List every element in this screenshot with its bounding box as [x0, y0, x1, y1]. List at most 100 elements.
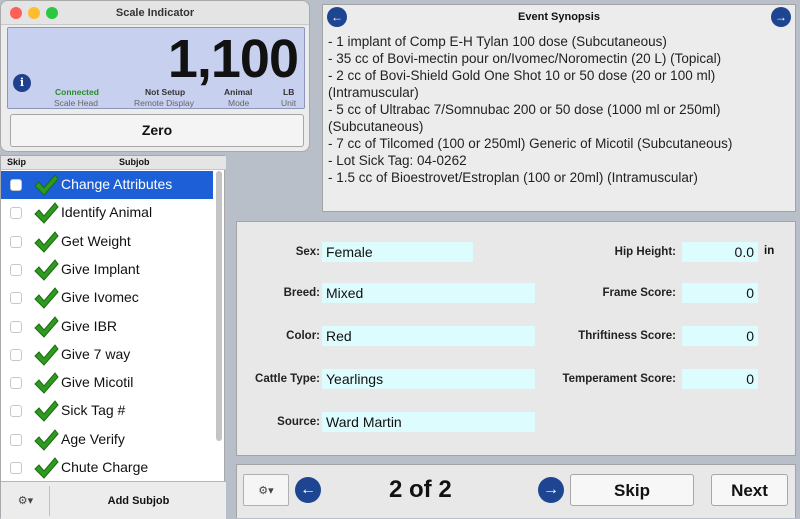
- arrow-right-icon: →: [775, 10, 787, 24]
- subjob-row[interactable]: Age Verify: [1, 426, 213, 454]
- source-field[interactable]: Ward Martin: [322, 412, 535, 432]
- skip-checkbox[interactable]: [10, 462, 22, 474]
- scale-head-label: Scale Head: [54, 98, 98, 108]
- synopsis-next-button[interactable]: →: [771, 7, 791, 27]
- checkmark-icon: [34, 230, 59, 253]
- synopsis-line: - 7 cc of Tilcomed (100 or 250ml) Generi…: [328, 136, 733, 151]
- record-counter: 2 of 2: [389, 476, 452, 503]
- remote-display-status: Not Setup: [145, 87, 186, 97]
- gear-icon: ⚙▾: [17, 495, 34, 507]
- synopsis-line: (Subcutaneous): [328, 119, 424, 134]
- checkmark-icon: [34, 174, 59, 196]
- subjob-label: Give Ivomec: [61, 289, 139, 306]
- checkmark-icon: [34, 202, 59, 225]
- settings-menu-button[interactable]: ⚙▾: [243, 474, 289, 506]
- subjob-label: Give 7 way: [61, 345, 131, 362]
- color-field[interactable]: Red: [322, 326, 535, 346]
- temperament-score-field[interactable]: 0: [682, 369, 758, 389]
- checkmark-icon: [34, 400, 59, 423]
- temperament-score-label: Temperament Score:: [562, 373, 676, 385]
- skip-column-header[interactable]: Skip: [7, 157, 26, 167]
- subjob-row[interactable]: Identify Animal: [1, 199, 213, 227]
- synopsis-text: - 1 implant of Comp E-H Tylan 100 dose (…: [328, 33, 792, 186]
- subjob-gear-menu-button[interactable]: ⚙▾: [2, 486, 50, 516]
- zoom-window-button[interactable]: [46, 7, 58, 19]
- cattle-type-field[interactable]: Yearlings: [322, 369, 535, 389]
- subjob-label: Give Micotil: [61, 374, 134, 391]
- subjob-label: Age Verify: [61, 430, 125, 447]
- thriftiness-score-field[interactable]: 0: [682, 326, 758, 346]
- subjob-row[interactable]: Give Implant: [1, 256, 213, 284]
- checkmark-icon: [34, 315, 59, 338]
- subjob-scrollbar[interactable]: [216, 171, 222, 441]
- subjob-row[interactable]: Chute Charge: [1, 454, 213, 481]
- unit-status: LB: [283, 87, 295, 97]
- skip-checkbox[interactable]: [10, 179, 22, 191]
- breed-field[interactable]: Mixed: [322, 283, 535, 303]
- minimize-window-button[interactable]: [28, 7, 40, 19]
- event-synopsis-panel: Event Synopsis ← → - 1 implant of Comp E…: [322, 4, 796, 212]
- skip-checkbox[interactable]: [10, 320, 22, 333]
- hip-height-field[interactable]: 0.0: [682, 242, 758, 262]
- checkmark-icon: [34, 287, 59, 309]
- zero-button[interactable]: Zero: [10, 114, 304, 147]
- color-label: Color:: [286, 330, 320, 342]
- subjob-row[interactable]: Sick Tag #: [1, 397, 213, 425]
- subjob-label: Sick Tag #: [61, 402, 126, 419]
- skip-checkbox[interactable]: [10, 348, 22, 361]
- synopsis-line: - Lot Sick Tag: 04-0262: [328, 153, 467, 168]
- skip-checkbox[interactable]: [10, 292, 22, 305]
- unit-label: Unit: [281, 98, 297, 108]
- arrow-right-icon: →: [543, 481, 559, 498]
- checkmark-icon: [34, 259, 59, 281]
- subjob-row[interactable]: Change Attributes: [1, 171, 213, 200]
- synopsis-line: - 1 implant of Comp E-H Tylan 100 dose (…: [328, 34, 667, 49]
- source-label: Source:: [277, 416, 320, 428]
- skip-checkbox[interactable]: [10, 263, 22, 276]
- subjob-column-header[interactable]: Subjob: [119, 157, 150, 167]
- subjob-label: Chute Charge: [61, 459, 149, 475]
- synopsis-prev-button[interactable]: ←: [327, 7, 347, 27]
- record-navigation-bar: ⚙▾ ← 2 of 2 → Skip Next: [236, 464, 796, 518]
- skip-checkbox[interactable]: [10, 235, 22, 248]
- mode-label: Mode: [228, 98, 250, 108]
- subjob-row[interactable]: Get Weight: [1, 228, 213, 256]
- sex-field[interactable]: Female: [322, 242, 473, 262]
- synopsis-line: - 5 cc of Ultrabac 7/Somnubac 200 or 50 …: [328, 102, 721, 117]
- info-icon[interactable]: i: [13, 74, 31, 92]
- synopsis-line: - 35 cc of Bovi-mectin pour on/Ivomec/No…: [328, 51, 722, 66]
- cattle-type-label: Cattle Type:: [255, 373, 320, 385]
- subjob-label: Get Weight: [61, 232, 131, 249]
- skip-checkbox[interactable]: [10, 405, 22, 418]
- animal-details-form: Sex: Female Breed: Mixed Color: Red Catt…: [236, 221, 796, 456]
- remote-display-label: Remote Display: [134, 98, 194, 108]
- previous-record-button[interactable]: ←: [295, 477, 321, 503]
- synopsis-title: Event Synopsis: [518, 11, 600, 23]
- subjob-row[interactable]: Give IBR: [1, 313, 213, 341]
- synopsis-line: - 1.5 cc of Bioestrovet/Estroplan (100 o…: [328, 170, 698, 185]
- skip-checkbox[interactable]: [10, 207, 22, 220]
- next-record-arrow-button[interactable]: →: [538, 477, 564, 503]
- skip-button[interactable]: Skip: [570, 474, 694, 506]
- checkmark-icon: [34, 457, 59, 479]
- skip-checkbox[interactable]: [10, 433, 22, 446]
- subjob-row[interactable]: Give Ivomec: [1, 284, 213, 312]
- close-window-button[interactable]: [10, 7, 22, 19]
- subjob-label: Change Attributes: [61, 176, 173, 192]
- frame-score-field[interactable]: 0: [682, 283, 758, 303]
- subjob-row[interactable]: Give 7 way: [1, 341, 213, 369]
- skip-checkbox[interactable]: [10, 377, 22, 390]
- subjob-label: Identify Animal: [61, 204, 153, 221]
- next-button[interactable]: Next: [711, 474, 788, 506]
- gear-icon: ⚙▾: [258, 485, 274, 497]
- subjob-row[interactable]: Give Micotil: [1, 369, 213, 397]
- add-subjob-button[interactable]: Add Subjob: [51, 486, 226, 516]
- synopsis-line: (Intramuscular): [328, 85, 419, 100]
- synopsis-line: - 2 cc of Bovi-Shield Gold One Shot 10 o…: [328, 68, 716, 83]
- breed-label: Breed:: [283, 287, 320, 299]
- subjob-panel: Skip Subjob Change Attributes Identify An…: [0, 155, 226, 519]
- subjob-label: Give IBR: [61, 317, 118, 334]
- checkmark-icon: [34, 428, 59, 451]
- hip-height-unit: in: [764, 245, 775, 257]
- subjob-footer: ⚙▾ Add Subjob: [1, 481, 226, 519]
